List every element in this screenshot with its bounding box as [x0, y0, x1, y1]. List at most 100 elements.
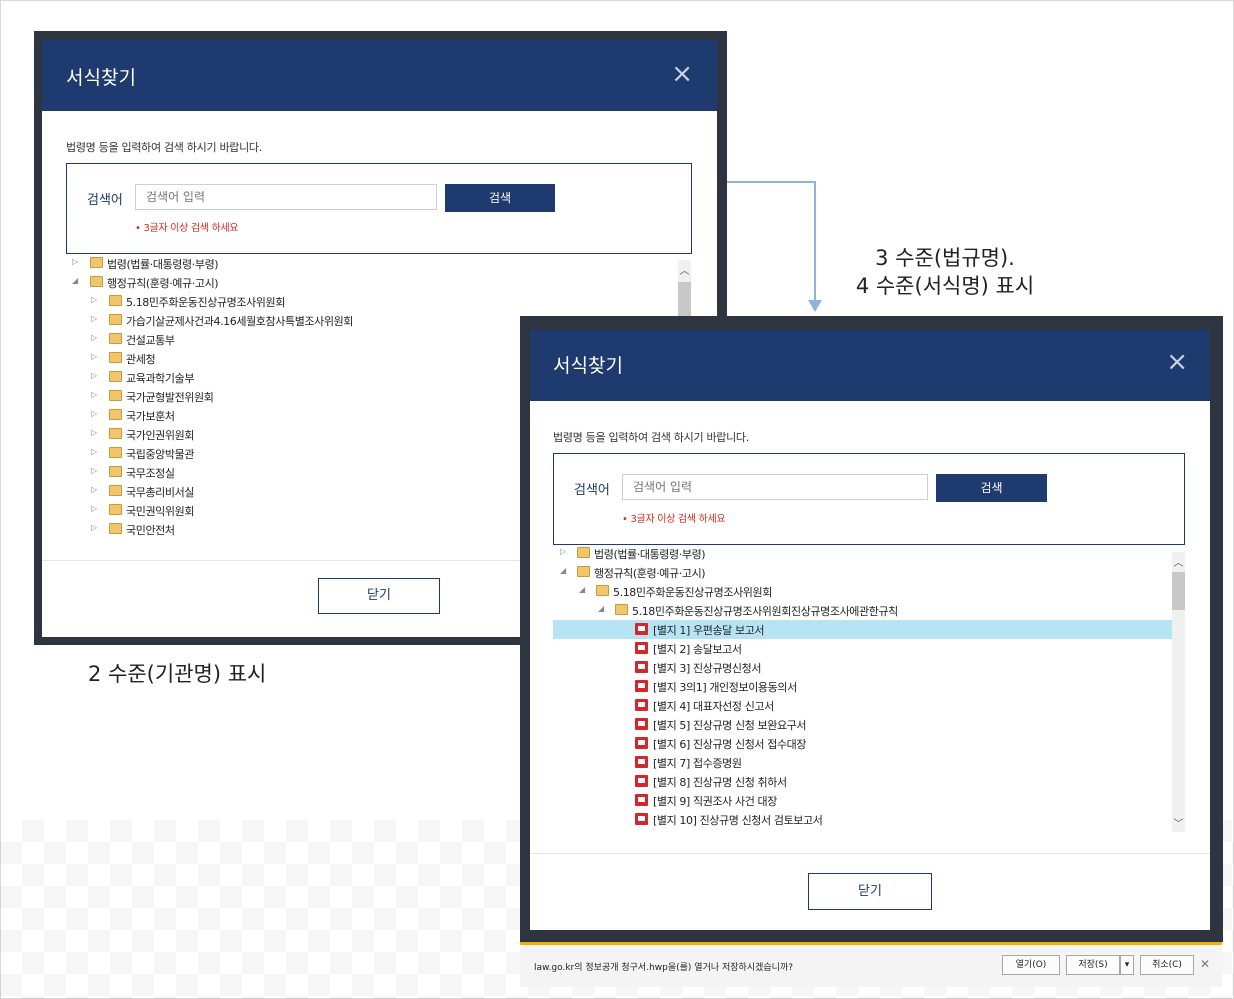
expand-arrow-icon[interactable]: ▷: [91, 447, 97, 456]
folder-icon: [109, 371, 122, 382]
tree-item[interactable]: [별지 3] 진상규명신청서: [553, 658, 1173, 677]
tree-item[interactable]: [별지 9] 직권조사 사건 대장: [553, 791, 1173, 810]
hwp-file-icon: [635, 623, 648, 635]
search-panel: 검색어 검색 • 3글자 이상 검색 하세요: [553, 453, 1185, 545]
search-button[interactable]: 검색: [445, 184, 555, 212]
caption-level2: 2 수준(기관명) 표시: [88, 662, 267, 686]
folder-icon: [109, 352, 122, 363]
download-notification-bar: law.go.kr의 정보공개 청구서.hwp을(를) 열거나 저장하시겠습니까…: [520, 942, 1222, 987]
folder-icon: [596, 585, 609, 596]
scroll-up-icon[interactable]: ︿: [1172, 554, 1185, 569]
tree-item[interactable]: [별지 6] 진상규명 신청서 접수대장: [553, 734, 1173, 753]
close-icon[interactable]: ✕: [1200, 957, 1210, 971]
search-button[interactable]: 검색: [936, 474, 1047, 502]
scrollbar-thumb[interactable]: [1172, 572, 1185, 610]
expand-arrow-icon[interactable]: ▷: [91, 523, 97, 532]
hwp-file-icon: [635, 680, 648, 692]
tree-scrollbar[interactable]: ︿ ﹀: [1172, 552, 1185, 832]
hwp-file-icon: [635, 813, 648, 825]
tree-item[interactable]: [별지 2] 송달보고서: [553, 639, 1173, 658]
hwp-file-icon: [635, 737, 648, 749]
folder-icon: [109, 428, 122, 439]
search-warning: • 3글자 이상 검색 하세요: [622, 514, 726, 525]
folder-icon: [90, 257, 103, 268]
tree-item[interactable]: ◢ 행정규칙(훈령·예규·고시): [553, 563, 1173, 582]
modal-title: 서식찾기: [66, 67, 136, 89]
tree-item[interactable]: [별지 5] 진상규명 신청 보완요구서: [553, 715, 1173, 734]
save-button[interactable]: 저장(S): [1066, 955, 1120, 975]
search-label: 검색어: [87, 193, 123, 208]
tree-item[interactable]: ◢ 5.18민주화운동진상규명조사위원회진상규명조사에관한규칙: [553, 601, 1173, 620]
hwp-file-icon: [635, 756, 648, 768]
tree-item[interactable]: ▷ 법령(법률·대통령령·부령): [553, 544, 1173, 563]
hwp-file-icon: [635, 718, 648, 730]
expand-arrow-icon[interactable]: ▷: [72, 257, 78, 266]
folder-icon: [109, 447, 122, 458]
hwp-file-icon: [635, 699, 648, 711]
collapse-arrow-icon[interactable]: ◢: [72, 276, 78, 285]
scroll-up-icon[interactable]: ︿: [678, 262, 691, 277]
connector-line: [727, 181, 816, 183]
expand-arrow-icon[interactable]: ▷: [91, 409, 97, 418]
folder-icon: [577, 547, 590, 558]
folder-icon: [109, 485, 122, 496]
close-button[interactable]: 닫기: [808, 873, 932, 910]
connector-line: [814, 181, 816, 302]
tree-item[interactable]: [별지 7] 접수증명원: [553, 753, 1173, 772]
search-warning: • 3글자 이상 검색 하세요: [135, 223, 239, 234]
folder-icon: [109, 504, 122, 515]
close-button[interactable]: 닫기: [318, 578, 440, 614]
expand-arrow-icon[interactable]: ▷: [91, 466, 97, 475]
hwp-file-icon: [635, 642, 648, 654]
expand-arrow-icon[interactable]: ▷: [91, 295, 97, 304]
folder-icon: [90, 276, 103, 287]
expand-arrow-icon[interactable]: ▷: [91, 371, 97, 380]
open-button[interactable]: 열기(O): [1002, 955, 1060, 975]
expand-arrow-icon[interactable]: ▷: [91, 485, 97, 494]
expand-arrow-icon[interactable]: ▷: [91, 314, 97, 323]
arrow-down-icon: [808, 300, 822, 312]
hwp-file-icon: [635, 794, 648, 806]
search-input[interactable]: [622, 474, 928, 500]
cancel-button[interactable]: 취소(C): [1140, 955, 1194, 975]
modal-title: 서식찾기: [553, 355, 623, 377]
tree-item[interactable]: [별지 4] 대표자선정 신고서: [553, 696, 1173, 715]
expand-arrow-icon[interactable]: ▷: [91, 390, 97, 399]
collapse-arrow-icon[interactable]: ◢: [579, 585, 585, 594]
folder-icon: [109, 523, 122, 534]
modal-description: 법령명 등을 입력하여 검색 하시기 바랍니다.: [66, 141, 262, 154]
tree-item[interactable]: [별지 3의1] 개인정보이용동의서: [553, 677, 1173, 696]
folder-icon: [109, 466, 122, 477]
folder-icon: [109, 409, 122, 420]
caption-level34: 3 수준(법규명). 4 수준(서식명) 표시: [855, 246, 1035, 298]
folder-icon: [577, 566, 590, 577]
tree-item[interactable]: [별지 10] 진상규명 신청서 검토보고서: [553, 810, 1173, 829]
search-label: 검색어: [574, 483, 610, 498]
tree-item[interactable]: ▷ 5.18민주화운동진상규명조사위원회: [66, 292, 694, 311]
scroll-down-icon[interactable]: ﹀: [1172, 815, 1185, 830]
expand-arrow-icon[interactable]: ▷: [91, 352, 97, 361]
expand-arrow-icon[interactable]: ▷: [560, 547, 566, 556]
form-tree: ▷ 법령(법률·대통령령·부령) ◢ 행정규칙(훈령·예규·고시) ◢ 5.18민주화…: [553, 544, 1173, 840]
right-modal: 서식찾기 × 법령명 등을 입력하여 검색 하시기 바랍니다. 검색어 검색 •…: [530, 330, 1210, 930]
folder-icon: [109, 390, 122, 401]
download-message: law.go.kr의 정보공개 청구서.hwp을(를) 열거나 저장하시겠습니까…: [534, 963, 794, 973]
collapse-arrow-icon[interactable]: ◢: [560, 566, 566, 575]
tree-item[interactable]: ◢ 행정규칙(훈령·예규·고시): [66, 273, 694, 292]
tree-item[interactable]: [별지 8] 진상규명 신청 취하서: [553, 772, 1173, 791]
tree-item[interactable]: ◢ 5.18민주화운동진상규명조사위원회: [553, 582, 1173, 601]
folder-icon: [109, 333, 122, 344]
tree-item-selected[interactable]: [별지 1] 우편송달 보고서: [553, 620, 1173, 639]
hwp-file-icon: [635, 661, 648, 673]
expand-arrow-icon[interactable]: ▷: [91, 504, 97, 513]
close-icon[interactable]: ×: [1166, 349, 1188, 375]
close-icon[interactable]: ×: [671, 61, 693, 87]
expand-arrow-icon[interactable]: ▷: [91, 333, 97, 342]
collapse-arrow-icon[interactable]: ◢: [598, 604, 604, 613]
tree-item[interactable]: ▷ 법령(법률·대통령령·부령): [66, 254, 694, 273]
modal-header: 서식찾기 ×: [42, 40, 717, 111]
expand-arrow-icon[interactable]: ▷: [91, 428, 97, 437]
search-input[interactable]: [135, 184, 437, 210]
save-options-dropdown[interactable]: ▾: [1120, 955, 1134, 975]
footer-divider: [530, 853, 1210, 854]
